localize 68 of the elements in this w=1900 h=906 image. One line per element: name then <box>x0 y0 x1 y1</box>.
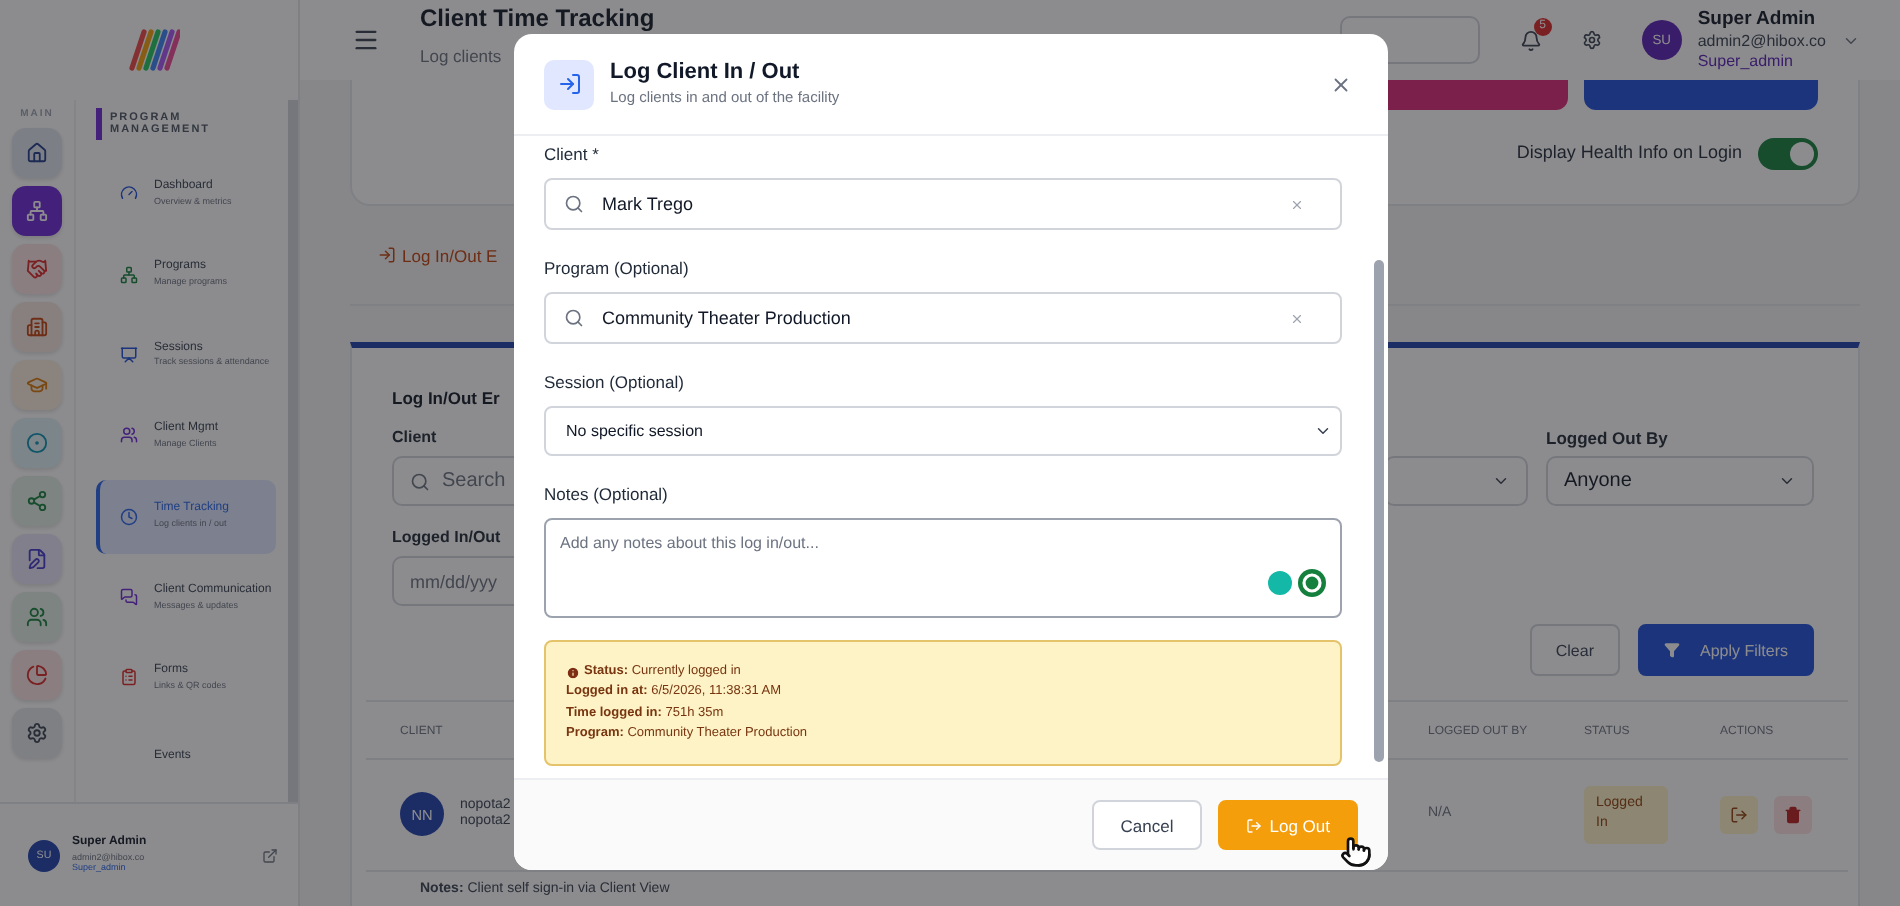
handshake-icon <box>26 258 48 280</box>
log-out-icon <box>1245 817 1262 833</box>
program-field[interactable]: Community Theater Production <box>544 292 1342 344</box>
trash-icon <box>1784 805 1802 824</box>
chat-icon <box>120 588 138 607</box>
gauge-icon <box>120 184 138 203</box>
page-title: Client Time Tracking <box>420 6 655 32</box>
search-icon <box>410 471 430 492</box>
client-field[interactable]: Mark Trego <box>544 178 1342 230</box>
cancel-button[interactable]: Cancel <box>1092 800 1202 850</box>
page-subtitle: Log clients <box>420 45 502 67</box>
field-label: Logged Out By <box>1546 427 1668 449</box>
field-label: Program (Optional) <box>544 258 689 278</box>
tab[interactable]: Log In/Out E <box>402 245 498 265</box>
search-icon <box>564 194 584 214</box>
notes-field[interactable]: Add any notes about this log in/out... <box>544 518 1342 618</box>
clock-icon <box>120 507 138 526</box>
log-in-icon <box>557 72 581 96</box>
clear-icon[interactable] <box>1290 311 1304 325</box>
modal-title: Log Client In / Out <box>610 60 800 89</box>
select-field[interactable] <box>1384 456 1528 507</box>
log-out-button[interactable]: Log Out <box>1217 800 1358 850</box>
search-icon <box>564 308 584 328</box>
clear-icon[interactable] <box>1290 197 1304 211</box>
pie-chart-icon <box>26 664 48 686</box>
logout-button[interactable] <box>1720 795 1758 834</box>
field-label: Notes (Optional) <box>544 484 668 504</box>
sitemap-icon <box>26 200 48 222</box>
info-icon <box>566 665 580 680</box>
graduation-cap-icon <box>26 374 48 396</box>
users-icon <box>26 606 48 628</box>
settings-icon <box>26 722 48 744</box>
share-icon <box>26 490 48 512</box>
writing-assistant-icon[interactable] <box>1264 566 1332 600</box>
close-icon <box>1330 73 1352 95</box>
settings-icon[interactable] <box>1581 30 1602 50</box>
field-label: Client * <box>544 144 599 164</box>
log-out-icon <box>1730 805 1748 824</box>
building-icon <box>26 316 48 338</box>
presentation-icon <box>120 345 138 364</box>
menu-icon[interactable] <box>352 26 380 54</box>
field-label: Client <box>392 428 437 449</box>
file-edit-icon <box>26 548 48 570</box>
delete-button[interactable] <box>1774 795 1812 834</box>
user-email: admin2@hibox.co <box>1697 31 1826 52</box>
home-icon <box>26 142 48 164</box>
rail-button[interactable] <box>12 186 62 236</box>
toggle-label: Display Health Info on Login <box>1516 142 1742 166</box>
external-link-icon[interactable] <box>262 847 278 863</box>
users-icon <box>120 426 138 445</box>
user-name: Super Admin <box>1697 8 1816 32</box>
filter-icon <box>1663 642 1680 659</box>
circle-icon <box>26 432 48 454</box>
session-select[interactable]: No specific session <box>544 406 1342 456</box>
apply-filters-button[interactable]: Apply Filters <box>1637 624 1814 677</box>
sitemap-icon <box>120 265 138 284</box>
log-in-icon <box>378 246 396 264</box>
field-label: Session (Optional) <box>544 372 684 392</box>
field-label: Logged In/Out <box>392 528 501 549</box>
close-button[interactable] <box>1330 73 1352 95</box>
chevron-down-icon <box>1314 422 1332 440</box>
clear-button[interactable]: Clear <box>1529 624 1620 677</box>
select-field[interactable]: Anyone <box>1546 456 1814 507</box>
user-role: Super_admin <box>1697 51 1793 72</box>
card-title: Log In/Out Er <box>392 388 500 410</box>
bell-icon[interactable] <box>1519 29 1542 51</box>
clipboard-icon <box>120 668 138 687</box>
toggle-switch[interactable] <box>1758 138 1818 170</box>
